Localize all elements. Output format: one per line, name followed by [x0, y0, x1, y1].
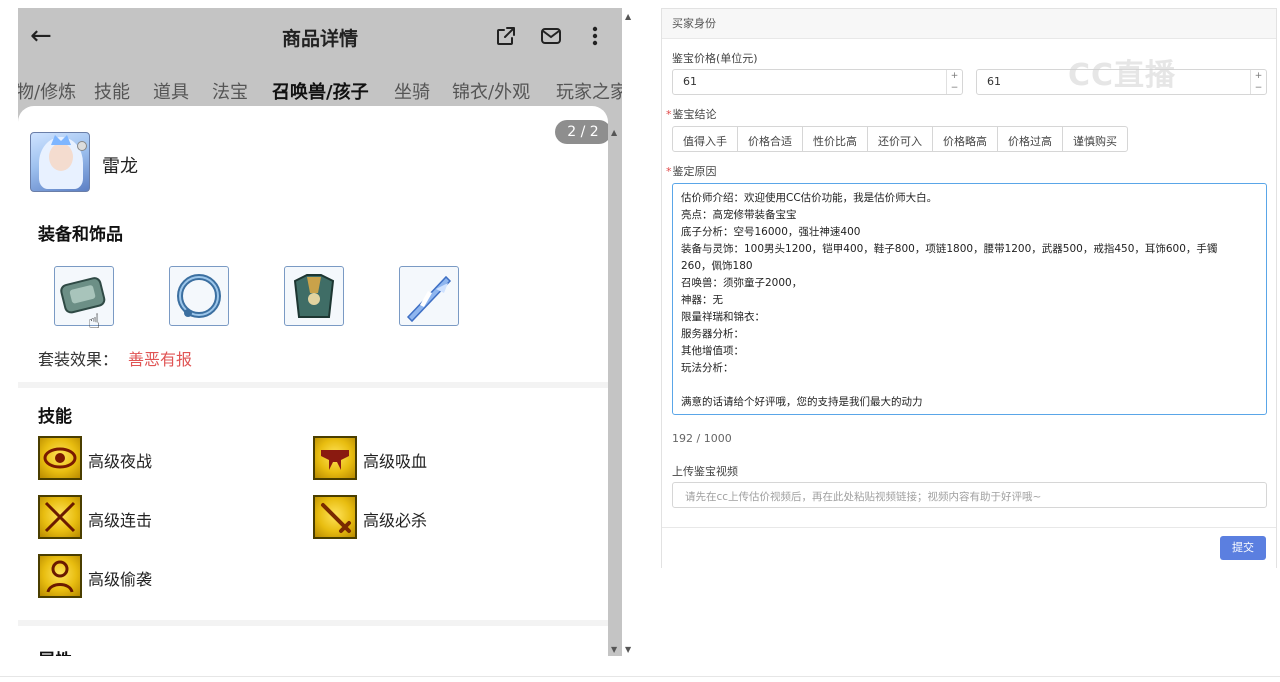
tab-treasures[interactable]: 法宝: [212, 78, 248, 104]
hand-cursor-icon: ☝: [88, 309, 101, 333]
scroll-up-icon[interactable]: ▲: [611, 128, 617, 137]
pet-avatar[interactable]: [30, 132, 90, 192]
eye-icon: [38, 436, 82, 480]
item-detail-view: ← 商品详情 物/修炼 技能 道具 法宝 召唤兽/孩子 坐骑 锦衣/外观 玩家之…: [18, 8, 622, 656]
price-max-stepper[interactable]: + −: [1250, 70, 1266, 94]
tab-skills[interactable]: 技能: [94, 78, 130, 104]
scroll-down-icon[interactable]: ▼: [625, 645, 631, 654]
conclusion-option[interactable]: 价格合适: [737, 126, 803, 152]
page-indicator: 2 / 2: [555, 120, 608, 144]
form-title: 买家身份: [662, 9, 1276, 39]
submit-button[interactable]: 提交: [1220, 536, 1266, 560]
reason-line: 260，佩饰180: [681, 260, 753, 272]
watermark-logo: CC直播: [1068, 58, 1177, 93]
more-vertical-icon[interactable]: [583, 24, 607, 48]
conclusion-option[interactable]: 值得入手: [672, 126, 738, 152]
pet-name: 雷龙: [102, 156, 138, 177]
skill-label: 高级偷袭: [88, 570, 153, 589]
category-tabs: 物/修炼 技能 道具 法宝 召唤兽/孩子 坐骑 锦衣/外观 玩家之家: [18, 74, 622, 110]
reason-line: 召唤兽：须弥童子2000，: [681, 277, 803, 289]
reason-line: 亮点：高宠修带装备宝宝: [681, 209, 797, 221]
reason-line: 估价师介绍：欢迎使用CC估价功能，我是估价师大白。: [681, 192, 938, 204]
skill-label: 高级连击: [88, 511, 153, 530]
equipment-slot-armor[interactable]: [284, 266, 344, 326]
conclusion-option[interactable]: 还价可入: [867, 126, 933, 152]
appraisal-form: 买家身份 鉴宝价格(单位元) 61 + − 61 + − *鉴宝结论 值得入手 价格…: [661, 8, 1277, 568]
mail-icon[interactable]: [539, 24, 563, 48]
tab-mounts[interactable]: 坐骑: [394, 78, 430, 104]
price-min-stepper[interactable]: + −: [946, 70, 962, 94]
fang-icon: [313, 436, 357, 480]
conclusion-options: 值得入手 价格合适 性价比高 还价可入 价格略高 价格过高 谨慎购买: [672, 126, 1128, 152]
character-counter: 192 / 1000: [672, 432, 732, 445]
suit-effect-label: 套装效果：: [38, 350, 119, 369]
equipment-slot-ring[interactable]: [169, 266, 229, 326]
reason-line: 底子分析：空号16000，强壮神速400: [681, 226, 861, 238]
tab-summons[interactable]: 召唤兽/孩子: [272, 78, 369, 104]
share-icon[interactable]: [494, 24, 518, 48]
attributes-section-title: 属性: [38, 646, 72, 656]
reason-line: 装备与灵饰：100男头1200，铠甲400，鞋子800，项链1800，腰带120…: [681, 243, 1218, 255]
skill-label: 高级吸血: [363, 452, 428, 471]
reason-line: [681, 377, 1258, 394]
tab-cultivation[interactable]: 物/修炼: [18, 78, 76, 104]
armor-pad-icon: [60, 277, 106, 314]
reason-line: 神器：无: [681, 294, 723, 306]
tab-player-home[interactable]: 玩家之家: [556, 78, 622, 104]
scroll-up-icon[interactable]: ▲: [625, 12, 631, 21]
top-bar: ← 商品详情: [18, 8, 622, 66]
video-link-input[interactable]: 请先在cc上传估价视频后，再在此处粘贴视频链接；视频内容有助于好评哦~: [672, 482, 1267, 508]
price-label: 鉴宝价格(单位元): [672, 52, 758, 65]
reason-line: 满意的话请给个好评哦，您的支持是我们最大的动力: [681, 396, 923, 408]
tab-outfits[interactable]: 锦衣/外观: [452, 78, 530, 104]
crossed-swords-icon: [38, 495, 82, 539]
assassin-icon: [38, 554, 82, 598]
page-bottom-divider: [0, 676, 1280, 677]
suit-effect-value[interactable]: 善恶有报: [128, 346, 192, 370]
video-label: 上传鉴宝视频: [672, 465, 738, 478]
price-min-input[interactable]: 61 + −: [672, 69, 963, 95]
conclusion-option[interactable]: 谨慎购买: [1062, 126, 1128, 152]
reason-textarea[interactable]: 估价师介绍：欢迎使用CC估价功能，我是估价师大白。 亮点：高宠修带装备宝宝 底子…: [672, 183, 1267, 415]
ice-blade-icon: [406, 275, 452, 323]
conclusion-option[interactable]: 价格略高: [932, 126, 998, 152]
ring-icon: [177, 274, 221, 318]
reason-line: 限量祥瑞和锦衣：: [681, 311, 765, 323]
equipment-slot-armor-pad[interactable]: [54, 266, 114, 326]
reason-line: 其他增值项：: [681, 345, 744, 357]
section-divider: [18, 382, 608, 388]
reason-label: *鉴定原因: [666, 165, 717, 178]
equipment-slot-weapon[interactable]: [399, 266, 459, 326]
skill-label: 高级必杀: [363, 511, 428, 530]
conclusion-label: *鉴宝结论: [666, 108, 717, 121]
equipment-section-title: 装备和饰品: [38, 225, 123, 245]
page-title: 商品详情: [281, 28, 358, 50]
conclusion-option[interactable]: 性价比高: [802, 126, 868, 152]
armor-icon: [293, 274, 335, 318]
scroll-down-icon[interactable]: ▼: [611, 645, 617, 654]
conclusion-option[interactable]: 价格过高: [997, 126, 1063, 152]
section-divider: [18, 620, 608, 626]
tab-items[interactable]: 道具: [153, 78, 189, 104]
reason-line: 玩法分析：: [681, 362, 734, 374]
price-min-value: 61: [683, 75, 697, 88]
reason-line: 服务器分析：: [681, 328, 744, 340]
sword-icon: [313, 495, 357, 539]
skill-label: 高级夜战: [88, 452, 153, 471]
skills-section-title: 技能: [38, 407, 72, 427]
price-max-value: 61: [987, 75, 1001, 88]
form-footer: 提交: [662, 527, 1276, 568]
detail-sheet: 2 / 2 雷龙 装备和饰品 ☝ 套装效果： 善恶有报 技能 高级夜战 高级吸血…: [18, 106, 608, 656]
